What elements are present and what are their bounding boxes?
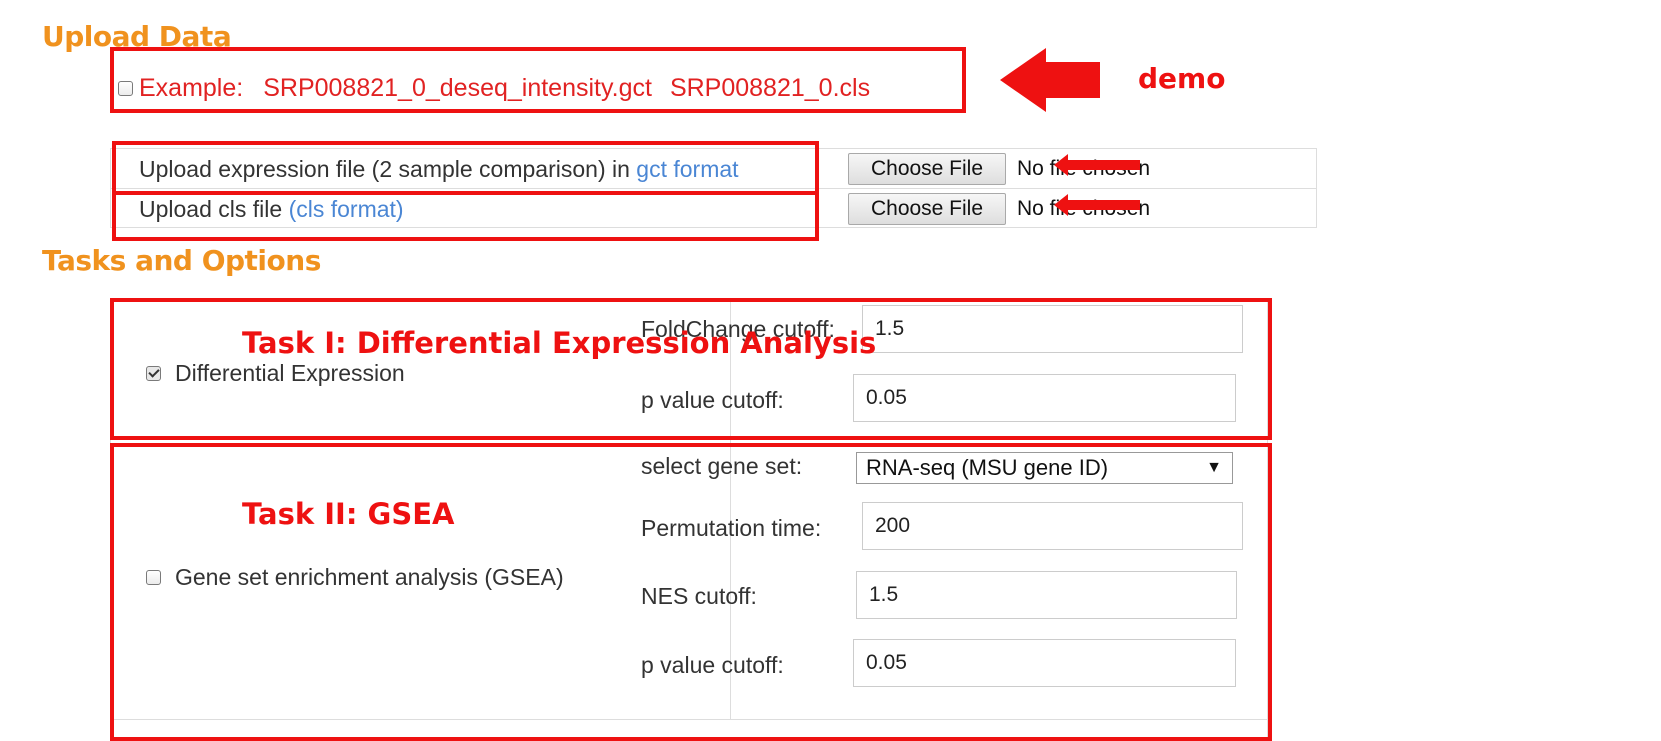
demo-annotation: demo (1138, 62, 1226, 95)
task2-highlight-box (110, 443, 1272, 741)
task1-annotation: Task I: Differential Expression Analysis (242, 326, 877, 360)
task2-annotation: Task II: GSEA (242, 497, 455, 531)
expression-highlight-box (112, 141, 819, 195)
choose-cls-file-button[interactable]: Choose File (848, 193, 1006, 225)
task1-highlight-box (110, 298, 1272, 440)
cls-arrow-icon (1054, 194, 1140, 216)
tasks-options-title: Tasks and Options (42, 244, 321, 277)
choose-expression-file-button[interactable]: Choose File (848, 153, 1006, 185)
demo-highlight-box (110, 47, 966, 113)
expression-arrow-icon (1054, 154, 1140, 176)
demo-arrow-icon (1000, 48, 1100, 112)
cls-highlight-box (112, 191, 819, 241)
